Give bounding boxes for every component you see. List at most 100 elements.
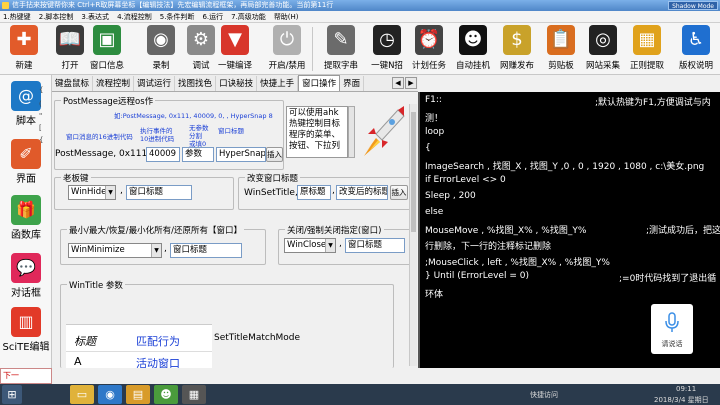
menu-item-2[interactable]: 3.表达式 bbox=[78, 11, 114, 23]
anno-noparam2: 分割 bbox=[189, 132, 202, 140]
taskbar-app2-icon[interactable]: ▦ bbox=[182, 385, 206, 404]
tab-6[interactable]: 窗口操作 bbox=[298, 75, 341, 91]
tab-2[interactable]: 调试运行 bbox=[134, 76, 176, 91]
toolbar-button-14[interactable]: ▦ 正则提取 bbox=[626, 25, 668, 73]
sidebar-symbol[interactable]: { bbox=[39, 136, 43, 144]
tab-scroll-right-icon[interactable]: ▶ bbox=[405, 77, 417, 89]
bosskey-select[interactable]: WinHide ▼ bbox=[68, 185, 116, 200]
close-select[interactable]: WinClose ▼ bbox=[284, 238, 336, 253]
chat-icon: 💬 bbox=[11, 253, 41, 283]
toolbar-button-0[interactable]: ✚ 新建 bbox=[3, 25, 45, 73]
tab-5[interactable]: 快捷上手 bbox=[257, 76, 299, 91]
code-line: else bbox=[425, 207, 444, 217]
toolbar-label: 一键N招 bbox=[371, 61, 403, 71]
settitle-title: 改变窗口标题 bbox=[245, 172, 301, 184]
sidebar-label: 函数库 bbox=[11, 230, 41, 241]
menu-item-7[interactable]: 帮助(H) bbox=[271, 11, 304, 23]
bosskey-title-input[interactable]: 窗口标题 bbox=[126, 185, 192, 200]
toolbar-button-2[interactable]: ▣ 窗口信息 bbox=[86, 25, 128, 73]
tab-4[interactable]: 口诀秘技 bbox=[216, 76, 258, 91]
gift-box-icon: 🎁 bbox=[11, 195, 41, 225]
minmax-select[interactable]: WinMinimize ▼ bbox=[68, 243, 162, 258]
code-line: if ErrorLevel <> 0 bbox=[425, 175, 506, 185]
postmessage-param-input[interactable]: 参数 bbox=[182, 147, 214, 162]
tab-scroll-left-icon[interactable]: ◀ bbox=[392, 77, 404, 89]
toolbar-button-1[interactable]: 📖 打开 bbox=[49, 25, 91, 73]
status-field[interactable]: 下一 bbox=[0, 368, 52, 384]
sidebar-symbol[interactable]: " bbox=[39, 112, 42, 120]
window-title: 信手拈来按键帮你来 Ctrl+R取屏幕坐标【编辑技法】先宏编辑流程框架，再局部完… bbox=[12, 1, 334, 9]
sidebar-item-1[interactable]: ✐ 界面 bbox=[2, 139, 50, 185]
postmessage-title-input[interactable]: HyperSnap bbox=[216, 147, 266, 162]
menu-item-4[interactable]: 5.条件判断 bbox=[157, 11, 200, 23]
code-line: MouseMove , %找图_X% , %找图_Y% bbox=[425, 226, 587, 236]
minmax-title-input[interactable]: 窗口标题 bbox=[170, 243, 242, 258]
postmessage-insert-button[interactable]: 插入 bbox=[266, 147, 283, 162]
toolbar-label: 一键编译 bbox=[217, 61, 252, 71]
toolbar-button-11[interactable]: $ 网赚发布 bbox=[496, 25, 538, 73]
script-book-icon: @ bbox=[11, 81, 41, 111]
anno-noparam: 无参数 bbox=[189, 124, 209, 132]
toolbar-button-3[interactable]: ◉ 录制 bbox=[140, 25, 182, 73]
app-icon bbox=[2, 2, 9, 9]
menu-item-6[interactable]: 7.高级功能 bbox=[228, 11, 271, 23]
shadow-mode-button[interactable]: Shadow Mode bbox=[668, 1, 718, 10]
taskbar: ⊞ ▭ ◉ ▤ ☻ ▦ 快捷访问 09:11 2018/3/4 星期日 bbox=[0, 384, 720, 405]
menu-bar: 1.热键键 2.脚本控制 3.表达式 4.流程控制 5.条件判断 6.运行 7.高级功能 帮助… bbox=[0, 11, 720, 23]
toolbar-button-15[interactable]: ♿ 版权说明 bbox=[674, 25, 718, 73]
tab-bar: 键盘鼠标 流程控制 调试运行 找图找色 口诀秘技 快捷上手 窗口操作 界面 ◀ ▶ bbox=[52, 75, 418, 92]
close-select-value: WinClose bbox=[287, 240, 327, 250]
tray-clock-time: 09:11 bbox=[676, 385, 697, 393]
sidebar-symbol[interactable]: [ bbox=[39, 124, 42, 132]
settitle-insert-button[interactable]: 插入 bbox=[390, 185, 408, 200]
toolbar-button-5[interactable]: ▼ 一键编译 bbox=[214, 25, 256, 73]
mickey-icon: ◎ bbox=[589, 25, 617, 55]
menu-item-0[interactable]: 1.热键键 bbox=[0, 11, 36, 23]
tab-3[interactable]: 找图找色 bbox=[175, 76, 217, 91]
sidebar-item-2[interactable]: 🎁 函数库 bbox=[2, 195, 50, 241]
comma-sep: , bbox=[164, 244, 167, 254]
settitle-new-input[interactable]: 改变后的标题 bbox=[336, 185, 388, 200]
note-scrollbar[interactable] bbox=[348, 106, 355, 158]
toolbar-button-6[interactable]: ⏻ 开启/禁用 bbox=[266, 25, 308, 73]
sidebar-item-3[interactable]: 💬 对话框 bbox=[2, 253, 50, 299]
sidebar-symbol[interactable]: { bbox=[39, 86, 43, 94]
anno-window-msg: 窗口消息的16进制代码 bbox=[66, 133, 133, 141]
tab-0[interactable]: 键盘鼠标 bbox=[52, 76, 94, 91]
panel-scrollbar[interactable] bbox=[409, 104, 417, 366]
toolbar-button-10[interactable]: ☻ 自动挂机 bbox=[452, 25, 494, 73]
taskbar-browser-icon[interactable]: ◉ bbox=[98, 385, 122, 404]
code-line: 测！ bbox=[425, 114, 444, 124]
settitle-orig-input[interactable]: 原标题 bbox=[297, 185, 331, 200]
tab-1[interactable]: 流程控制 bbox=[93, 76, 135, 91]
postmessage-code-input[interactable]: 40009 bbox=[146, 147, 180, 162]
code-line: loop bbox=[425, 127, 445, 137]
toolbar-label: 开启/禁用 bbox=[268, 61, 306, 71]
start-button[interactable]: ⊞ bbox=[2, 385, 22, 404]
voice-input-popup[interactable]: 请说话 bbox=[651, 304, 693, 354]
minmax-select-value: WinMinimize bbox=[71, 245, 125, 255]
toolbar-button-9[interactable]: ⏰ 计划任务 bbox=[408, 25, 450, 73]
wintitle-col-title: 标题 bbox=[74, 335, 96, 348]
sidebar-symbol[interactable]: ( bbox=[39, 100, 42, 108]
sidebar-item-4[interactable]: ▥ SciTE编辑 bbox=[2, 307, 50, 353]
sidebar-label: 脚本 bbox=[16, 116, 36, 127]
menu-item-1[interactable]: 2.脚本控制 bbox=[36, 11, 79, 23]
taskbar-app-icon[interactable]: ☻ bbox=[154, 385, 178, 404]
toolbar-button-12[interactable]: 📋 剪贴板 bbox=[540, 25, 582, 73]
panel-scrollbar-thumb[interactable] bbox=[411, 112, 416, 232]
comma-sep: , bbox=[339, 239, 342, 249]
menu-item-3[interactable]: 4.流程控制 bbox=[114, 11, 157, 23]
toolbar-button-13[interactable]: ◎ 网站采集 bbox=[582, 25, 624, 73]
tab-7[interactable]: 界面 bbox=[340, 76, 365, 91]
window-info-icon: ▣ bbox=[93, 25, 121, 55]
close-title-input[interactable]: 窗口标题 bbox=[345, 238, 405, 253]
taskbar-folder-icon[interactable]: ▤ bbox=[126, 385, 150, 404]
chevron-down-icon: ▼ bbox=[325, 239, 335, 252]
toolbar-button-7[interactable]: ✎ 提取字串 bbox=[320, 25, 362, 73]
taskbar-explorer-icon[interactable]: ▭ bbox=[70, 385, 94, 404]
toolbar-button-8[interactable]: ◷ 一键N招 bbox=[366, 25, 408, 73]
tray-quick-access[interactable]: 快捷访问 bbox=[530, 390, 558, 400]
chevron-down-icon: ▼ bbox=[151, 244, 161, 257]
menu-item-5[interactable]: 6.运行 bbox=[199, 11, 228, 23]
